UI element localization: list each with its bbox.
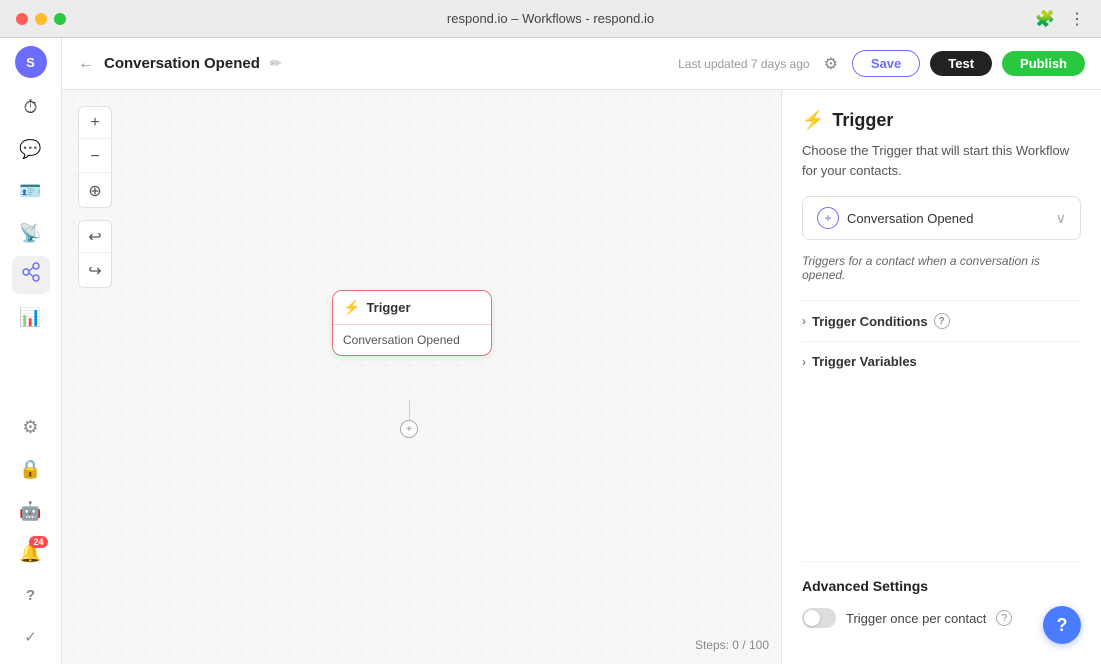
- trigger-conditions-header[interactable]: › Trigger Conditions ?: [802, 313, 1081, 329]
- right-panel: ⚡ Trigger Choose the Trigger that will s…: [781, 90, 1101, 664]
- sidebar-item-help[interactable]: ?: [12, 576, 50, 614]
- trigger-node-body: Conversation Opened: [333, 325, 491, 355]
- sidebar-item-workflows[interactable]: [12, 256, 50, 294]
- conditions-help-icon[interactable]: ?: [934, 313, 950, 329]
- canvas-history-controls: ↩ ↪: [78, 220, 112, 288]
- trigger-node-title: Trigger: [366, 300, 410, 315]
- checkmark-icon: ✓: [24, 628, 37, 646]
- workflow-name: Conversation Opened: [104, 55, 260, 72]
- automations-icon: 🤖: [19, 501, 41, 522]
- sidebar-item-notifications[interactable]: 🔔 24: [12, 534, 50, 572]
- add-step-button[interactable]: +: [400, 420, 418, 438]
- close-button[interactable]: [16, 13, 28, 25]
- titlebar-actions: 🧩 ⋮: [1035, 9, 1085, 29]
- trigger-selector-dropdown[interactable]: + Conversation Opened ∨: [802, 196, 1081, 240]
- reports-icon: 📊: [19, 307, 41, 328]
- fit-button[interactable]: ⊕: [79, 175, 111, 207]
- maximize-button[interactable]: [54, 13, 66, 25]
- workflows-icon: [21, 262, 41, 288]
- undo-button[interactable]: ↩: [79, 221, 111, 253]
- topbar: ← Conversation Opened ✏ Last updated 7 d…: [62, 38, 1101, 90]
- sidebar-item-security[interactable]: 🔒: [12, 450, 50, 488]
- last-updated-label: Last updated 7 days ago: [678, 57, 809, 71]
- help-icon: ?: [26, 587, 35, 604]
- window-controls: [16, 13, 66, 25]
- trigger-conditions-section: › Trigger Conditions ?: [802, 300, 1081, 341]
- window-title: respond.io – Workflows - respond.io: [447, 11, 654, 26]
- broadcasts-icon: 📡: [19, 223, 41, 244]
- zoom-in-button[interactable]: +: [79, 107, 111, 139]
- minimize-button[interactable]: [35, 13, 47, 25]
- dashboard-icon: ⏱: [23, 97, 37, 118]
- settings-icon: ⚙: [22, 417, 38, 438]
- variables-chevron-icon: ›: [802, 355, 806, 369]
- trigger-once-toggle[interactable]: [802, 608, 836, 628]
- panel-title: Trigger: [832, 110, 893, 131]
- titlebar: respond.io – Workflows - respond.io 🧩 ⋮: [0, 0, 1101, 38]
- trigger-once-label: Trigger once per contact: [846, 611, 986, 626]
- panel-lightning-icon: ⚡: [802, 110, 824, 131]
- save-button[interactable]: Save: [852, 50, 920, 77]
- avatar[interactable]: S: [15, 46, 47, 78]
- trigger-conditions-label: Trigger Conditions: [812, 314, 928, 329]
- trigger-once-row: Trigger once per contact ?: [802, 608, 1081, 628]
- toggle-help-icon[interactable]: ?: [996, 610, 1012, 626]
- trigger-lightning-icon: ⚡: [343, 299, 360, 316]
- sidebar-item-broadcasts[interactable]: 📡: [12, 214, 50, 252]
- canvas-background: [62, 90, 781, 664]
- sidebar: S ⏱ 💬 🪪 📡 📊: [0, 38, 62, 664]
- edit-icon[interactable]: ✏: [270, 55, 282, 72]
- toggle-knob: [804, 610, 820, 626]
- trigger-node[interactable]: ⚡ Trigger Conversation Opened: [332, 290, 492, 356]
- trigger-variables-section: › Trigger Variables: [802, 341, 1081, 381]
- trigger-hint: Triggers for a contact when a conversati…: [802, 254, 1081, 282]
- publish-button[interactable]: Publish: [1002, 51, 1085, 76]
- advanced-settings: Advanced Settings Trigger once per conta…: [802, 561, 1081, 628]
- trigger-node-header: ⚡ Trigger: [333, 291, 491, 325]
- menu-icon[interactable]: ⋮: [1069, 9, 1085, 29]
- conversations-icon: 💬: [19, 139, 41, 160]
- connector-line: [409, 400, 410, 420]
- sidebar-item-dashboard[interactable]: ⏱: [12, 88, 50, 126]
- help-button[interactable]: ?: [1043, 606, 1081, 644]
- zoom-out-button[interactable]: −: [79, 141, 111, 173]
- trigger-selector-icon: +: [817, 207, 839, 229]
- content-area: ← Conversation Opened ✏ Last updated 7 d…: [62, 38, 1101, 664]
- steps-counter: Steps: 0 / 100: [695, 638, 769, 652]
- trigger-selector-label: Conversation Opened: [847, 211, 1048, 226]
- app-layout: S ⏱ 💬 🪪 📡 📊: [0, 38, 1101, 664]
- panel-description: Choose the Trigger that will start this …: [802, 141, 1081, 180]
- sidebar-item-conversations[interactable]: 💬: [12, 130, 50, 168]
- sidebar-item-contacts[interactable]: 🪪: [12, 172, 50, 210]
- conditions-chevron-icon: ›: [802, 314, 806, 328]
- sidebar-item-reports[interactable]: 📊: [12, 298, 50, 336]
- panel-header: ⚡ Trigger: [802, 110, 1081, 131]
- trigger-variables-label: Trigger Variables: [812, 354, 917, 369]
- workflow-area: + − ⊕ ↩ ↪ ⚡ Trigger Conversation Opened: [62, 90, 1101, 664]
- contacts-icon: 🪪: [19, 181, 41, 202]
- lock-icon: 🔒: [19, 459, 41, 480]
- test-button[interactable]: Test: [930, 51, 992, 76]
- canvas-zoom-controls: + − ⊕: [78, 106, 112, 208]
- trigger-variables-header[interactable]: › Trigger Variables: [802, 354, 1081, 369]
- workflow-canvas[interactable]: + − ⊕ ↩ ↪ ⚡ Trigger Conversation Opened: [62, 90, 781, 664]
- sidebar-item-settings[interactable]: ⚙: [12, 408, 50, 446]
- redo-button[interactable]: ↪: [79, 255, 111, 287]
- workflow-settings-button[interactable]: ⚙: [820, 50, 842, 78]
- back-button[interactable]: ←: [78, 55, 94, 73]
- node-connector: +: [400, 400, 418, 438]
- sidebar-item-checkmark[interactable]: ✓: [12, 618, 50, 656]
- advanced-settings-title: Advanced Settings: [802, 578, 1081, 594]
- notifications-badge: 24: [29, 536, 47, 548]
- sidebar-item-automations[interactable]: 🤖: [12, 492, 50, 530]
- extensions-icon[interactable]: 🧩: [1035, 9, 1055, 29]
- chevron-down-icon: ∨: [1056, 210, 1066, 227]
